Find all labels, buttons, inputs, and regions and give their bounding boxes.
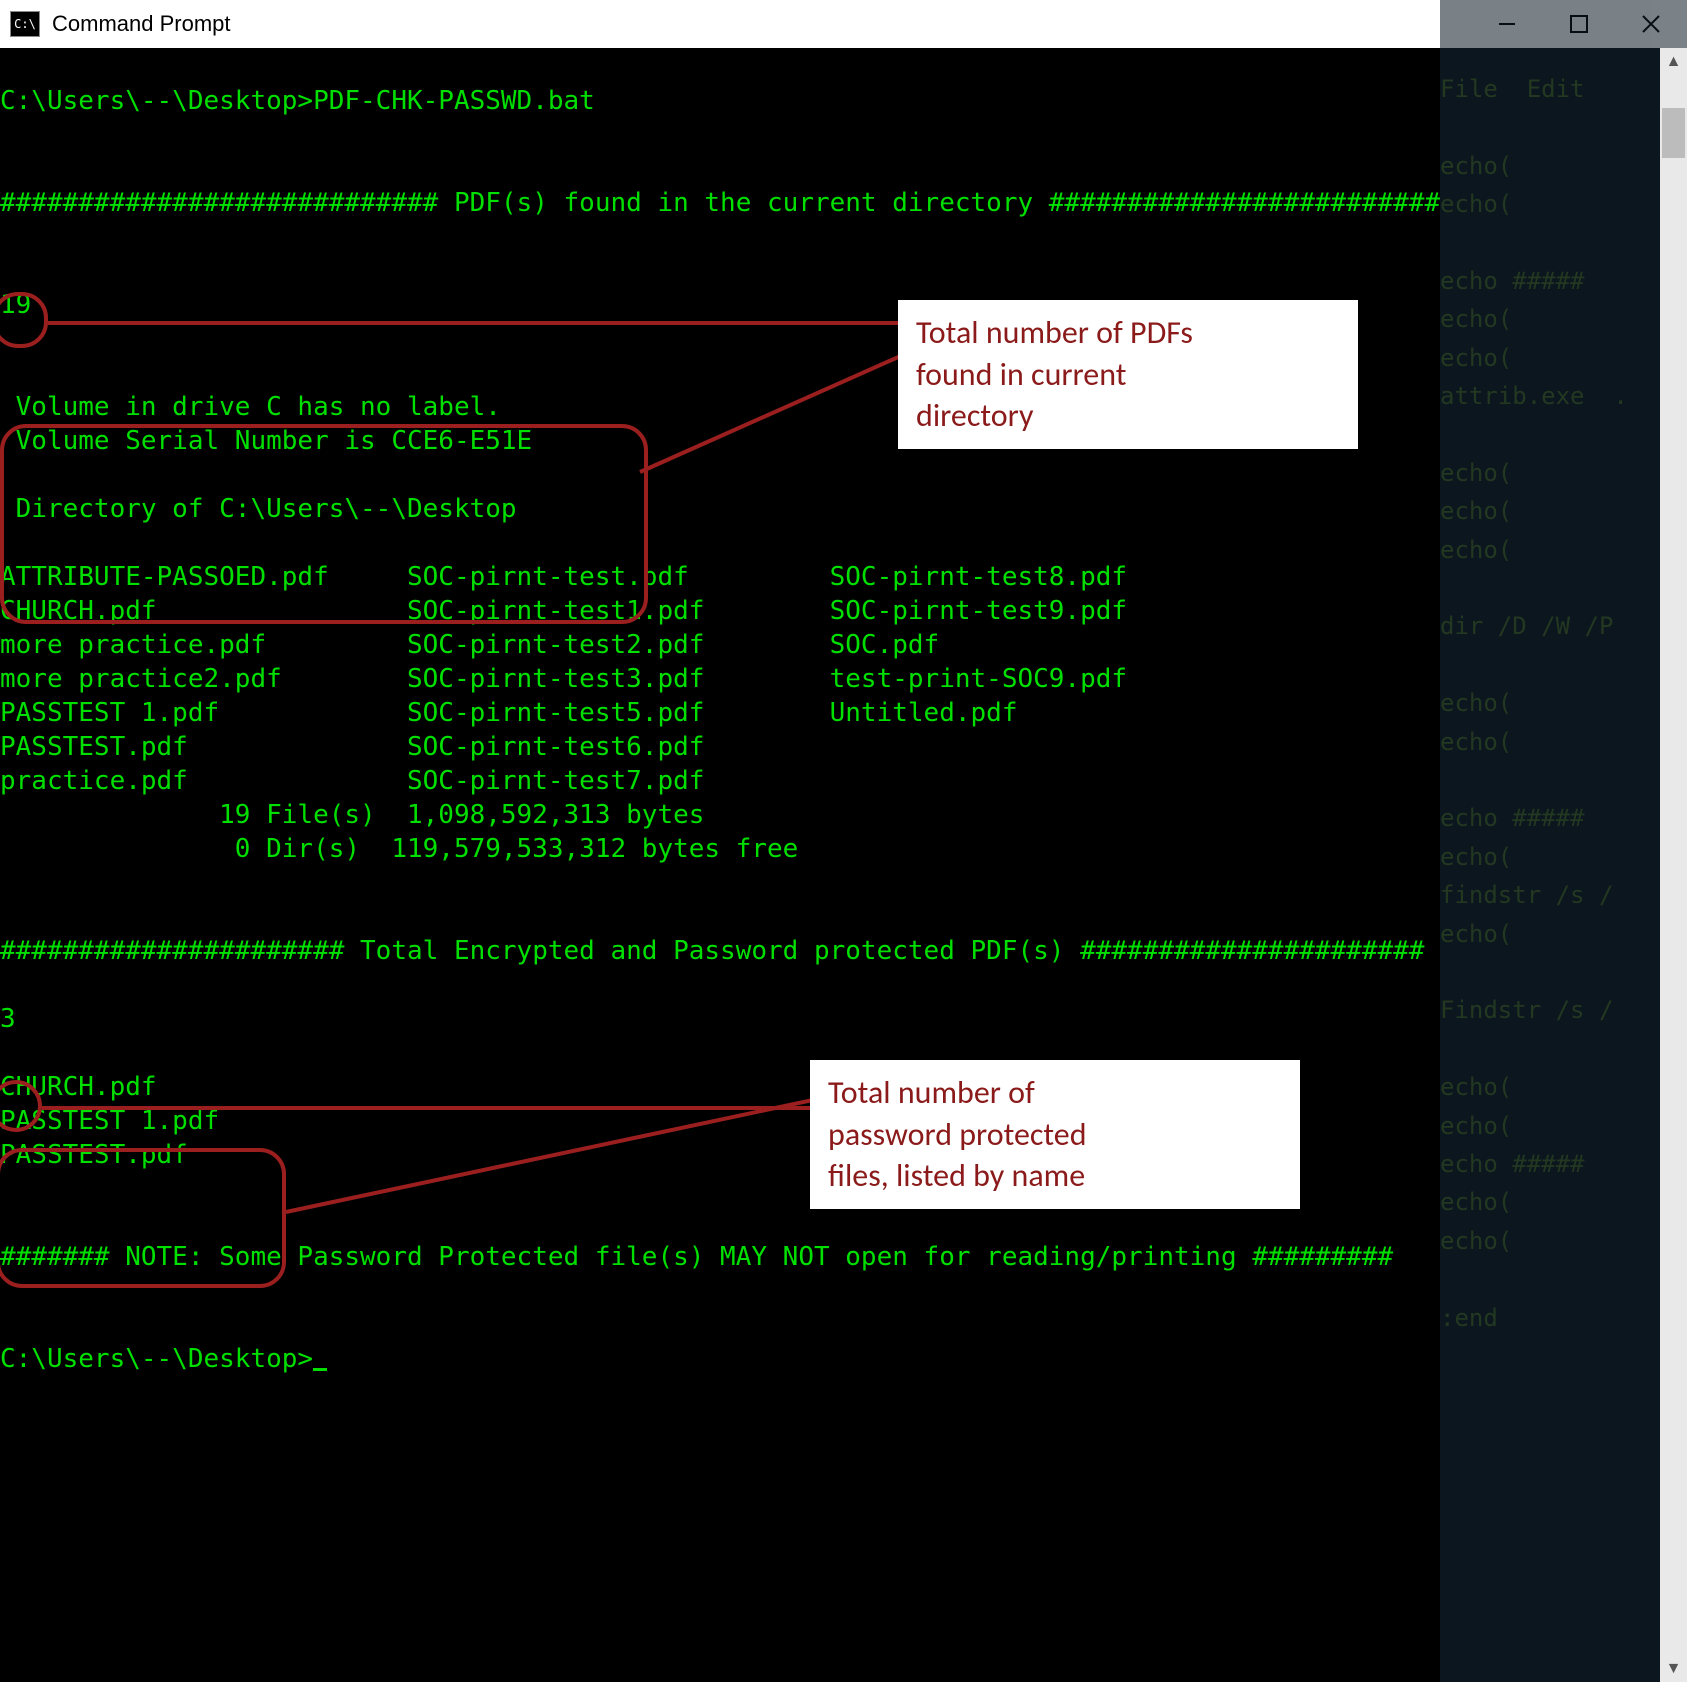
cmd-icon: C:\: [10, 11, 40, 37]
annotation-ring-protected-list: [0, 1148, 286, 1288]
scroll-up-arrow-icon[interactable]: ▲: [1660, 48, 1687, 75]
scroll-thumb[interactable]: [1662, 108, 1685, 158]
annotation-ring-volume-block: [0, 424, 648, 624]
annotation-ring-count-pdfs: [0, 292, 48, 348]
annotation-text-1: Total number of PDFs found in current di…: [916, 313, 1193, 435]
annotation-callout-2: Total number of password protected files…: [810, 1060, 1300, 1209]
background-editor-peek: File Edit echo( echo( echo ##### echo( e…: [1440, 0, 1687, 1682]
console-output: C:\Users\--\Desktop>PDF-CHK-PASSWD.bat #…: [0, 48, 1440, 1682]
scroll-down-arrow-icon[interactable]: ▼: [1660, 1655, 1687, 1682]
vertical-scrollbar[interactable]: ▲ ▼: [1660, 48, 1687, 1682]
window-titlebar: C:\ Command Prompt: [0, 0, 1687, 48]
annotation-text-2: Total number of password protected files…: [828, 1073, 1087, 1195]
annotation-callout-1: Total number of PDFs found in current di…: [898, 300, 1358, 449]
annotation-connector-1a: [48, 321, 898, 325]
annotation-connector-2a: [42, 1106, 812, 1110]
window-title: Command Prompt: [52, 11, 231, 37]
